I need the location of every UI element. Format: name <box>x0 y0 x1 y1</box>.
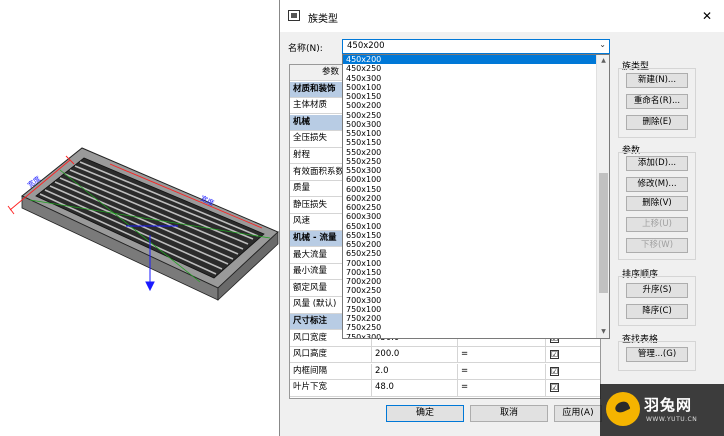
dropdown-option[interactable]: 650x100 <box>343 222 597 231</box>
name-select[interactable]: 450x200 ⌄ <box>342 39 610 54</box>
name-dropdown-list[interactable]: 450x200 450x250 450x300 500x100 500x150 500x2… <box>342 54 610 339</box>
dialog-title: 族类型 <box>308 14 338 25</box>
dropdown-option[interactable]: 600x150 <box>343 185 597 194</box>
grille-model-drawing: 宽度 宽度 <box>7 147 279 301</box>
dropdown-option[interactable]: 550x200 <box>343 148 597 157</box>
dropdown-option[interactable]: 550x250 <box>343 157 597 166</box>
scroll-up-icon[interactable]: ▲ <box>597 55 609 67</box>
dropdown-option[interactable]: 500x200 <box>343 101 597 110</box>
dropdown-option[interactable]: 700x250 <box>343 286 597 295</box>
ok-button[interactable]: 确定 <box>386 405 464 422</box>
lock-checkbox[interactable]: ☑ <box>550 350 559 360</box>
watermark: 羽兔网 WWW.YUTU.CN <box>600 384 724 436</box>
dropdown-option[interactable]: 500x100 <box>343 83 597 92</box>
param-name: 叶片下宽 <box>290 380 372 397</box>
dropdown-option[interactable]: 650x200 <box>343 240 597 249</box>
dropdown-option[interactable]: 750x200 <box>343 314 597 323</box>
modify-param-button[interactable]: 修改(M)... <box>626 177 688 192</box>
table-row[interactable]: 叶片下宽 48.0 = ☑ <box>290 380 600 397</box>
dropdown-option[interactable]: 450x250 <box>343 64 597 73</box>
param-value[interactable]: 2.0 <box>372 363 458 380</box>
delete-param-button[interactable]: 删除(V) <box>626 196 688 211</box>
new-type-button[interactable]: 新建(N)... <box>626 73 688 88</box>
add-param-button[interactable]: 添加(D)... <box>626 156 688 171</box>
param-value[interactable]: 48.0 <box>372 380 458 397</box>
param-lock-cell: ☑ <box>546 380 600 396</box>
apply-button[interactable]: 应用(A) <box>554 405 602 422</box>
app-icon <box>288 10 300 21</box>
dropdown-option[interactable]: 550x150 <box>343 138 597 147</box>
rabbit-logo-icon <box>606 392 640 426</box>
param-lock-cell: ☑ <box>546 347 600 363</box>
dropdown-option[interactable]: 650x150 <box>343 231 597 240</box>
dropdown-option[interactable]: 600x300 <box>343 212 597 221</box>
param-formula[interactable]: = <box>458 347 546 364</box>
name-label: 名称(N): <box>288 44 323 54</box>
cancel-button[interactable]: 取消 <box>470 405 548 422</box>
dropdown-option[interactable]: 500x300 <box>343 120 597 129</box>
dropdown-option[interactable]: 550x100 <box>343 129 597 138</box>
table-row[interactable]: 内框间隔 2.0 = ☑ <box>290 363 600 380</box>
table-row[interactable]: 风口高度 200.0 = ☑ <box>290 347 600 364</box>
dropdown-option[interactable]: 700x100 <box>343 259 597 268</box>
watermark-url: WWW.YUTU.CN <box>646 416 698 423</box>
dropdown-option[interactable]: 600x200 <box>343 194 597 203</box>
dropdown-option[interactable]: 750x100 <box>343 305 597 314</box>
scroll-thumb[interactable] <box>599 173 608 293</box>
param-name: 内框间隔 <box>290 363 372 380</box>
chevron-down-icon[interactable]: ⌄ <box>599 40 606 49</box>
dropdown-option[interactable]: 450x300 <box>343 74 597 83</box>
param-value[interactable]: 200.0 <box>372 347 458 364</box>
param-name: 风口高度 <box>290 347 372 364</box>
dropdown-option[interactable]: 700x300 <box>343 296 597 305</box>
3d-viewport[interactable]: 宽度 宽度 <box>0 0 280 436</box>
dropdown-option[interactable]: 650x250 <box>343 249 597 258</box>
dropdown-option[interactable]: 500x250 <box>343 111 597 120</box>
dropdown-option[interactable]: 700x150 <box>343 268 597 277</box>
dropdown-option[interactable]: 750x300 <box>343 333 597 339</box>
dropdown-option[interactable]: 500x150 <box>343 92 597 101</box>
dropdown-option[interactable]: 550x300 <box>343 166 597 175</box>
lock-checkbox[interactable]: ☑ <box>550 383 559 393</box>
dropdown-scrollbar[interactable]: ▲ ▼ <box>596 55 609 338</box>
move-down-button[interactable]: 下移(W) <box>626 238 688 253</box>
dropdown-option[interactable]: 600x250 <box>343 203 597 212</box>
rename-type-button[interactable]: 重命名(R)... <box>626 94 688 109</box>
param-formula[interactable]: = <box>458 380 546 397</box>
family-types-dialog: 族类型 ✕ 名称(N): 450x200 ⌄ 参数 材质和装饰 主体材质 机械 全压损… <box>279 0 724 436</box>
manage-lookup-button[interactable]: 管理...(G) <box>626 347 688 362</box>
param-formula[interactable]: = <box>458 363 546 380</box>
dropdown-option[interactable]: 750x250 <box>343 323 597 332</box>
watermark-name: 羽兔网 <box>644 396 693 414</box>
move-up-button[interactable]: 上移(U) <box>626 217 688 232</box>
param-lock-cell: ☑ <box>546 364 600 380</box>
lock-checkbox[interactable]: ☑ <box>550 366 559 376</box>
descending-button[interactable]: 降序(C) <box>626 304 688 319</box>
dropdown-options: 450x200 450x250 450x300 500x100 500x150 500x2… <box>343 55 597 339</box>
dialog-titlebar[interactable]: 族类型 ✕ <box>280 0 724 32</box>
dropdown-option[interactable]: 600x100 <box>343 175 597 184</box>
delete-type-button[interactable]: 删除(E) <box>626 115 688 130</box>
dropdown-option[interactable]: 450x200 <box>343 55 597 65</box>
scroll-down-icon[interactable]: ▼ <box>597 326 609 338</box>
close-icon[interactable]: ✕ <box>695 4 719 28</box>
dropdown-option[interactable]: 700x200 <box>343 277 597 286</box>
ascending-button[interactable]: 升序(S) <box>626 283 688 298</box>
name-select-value: 450x200 <box>347 41 385 51</box>
